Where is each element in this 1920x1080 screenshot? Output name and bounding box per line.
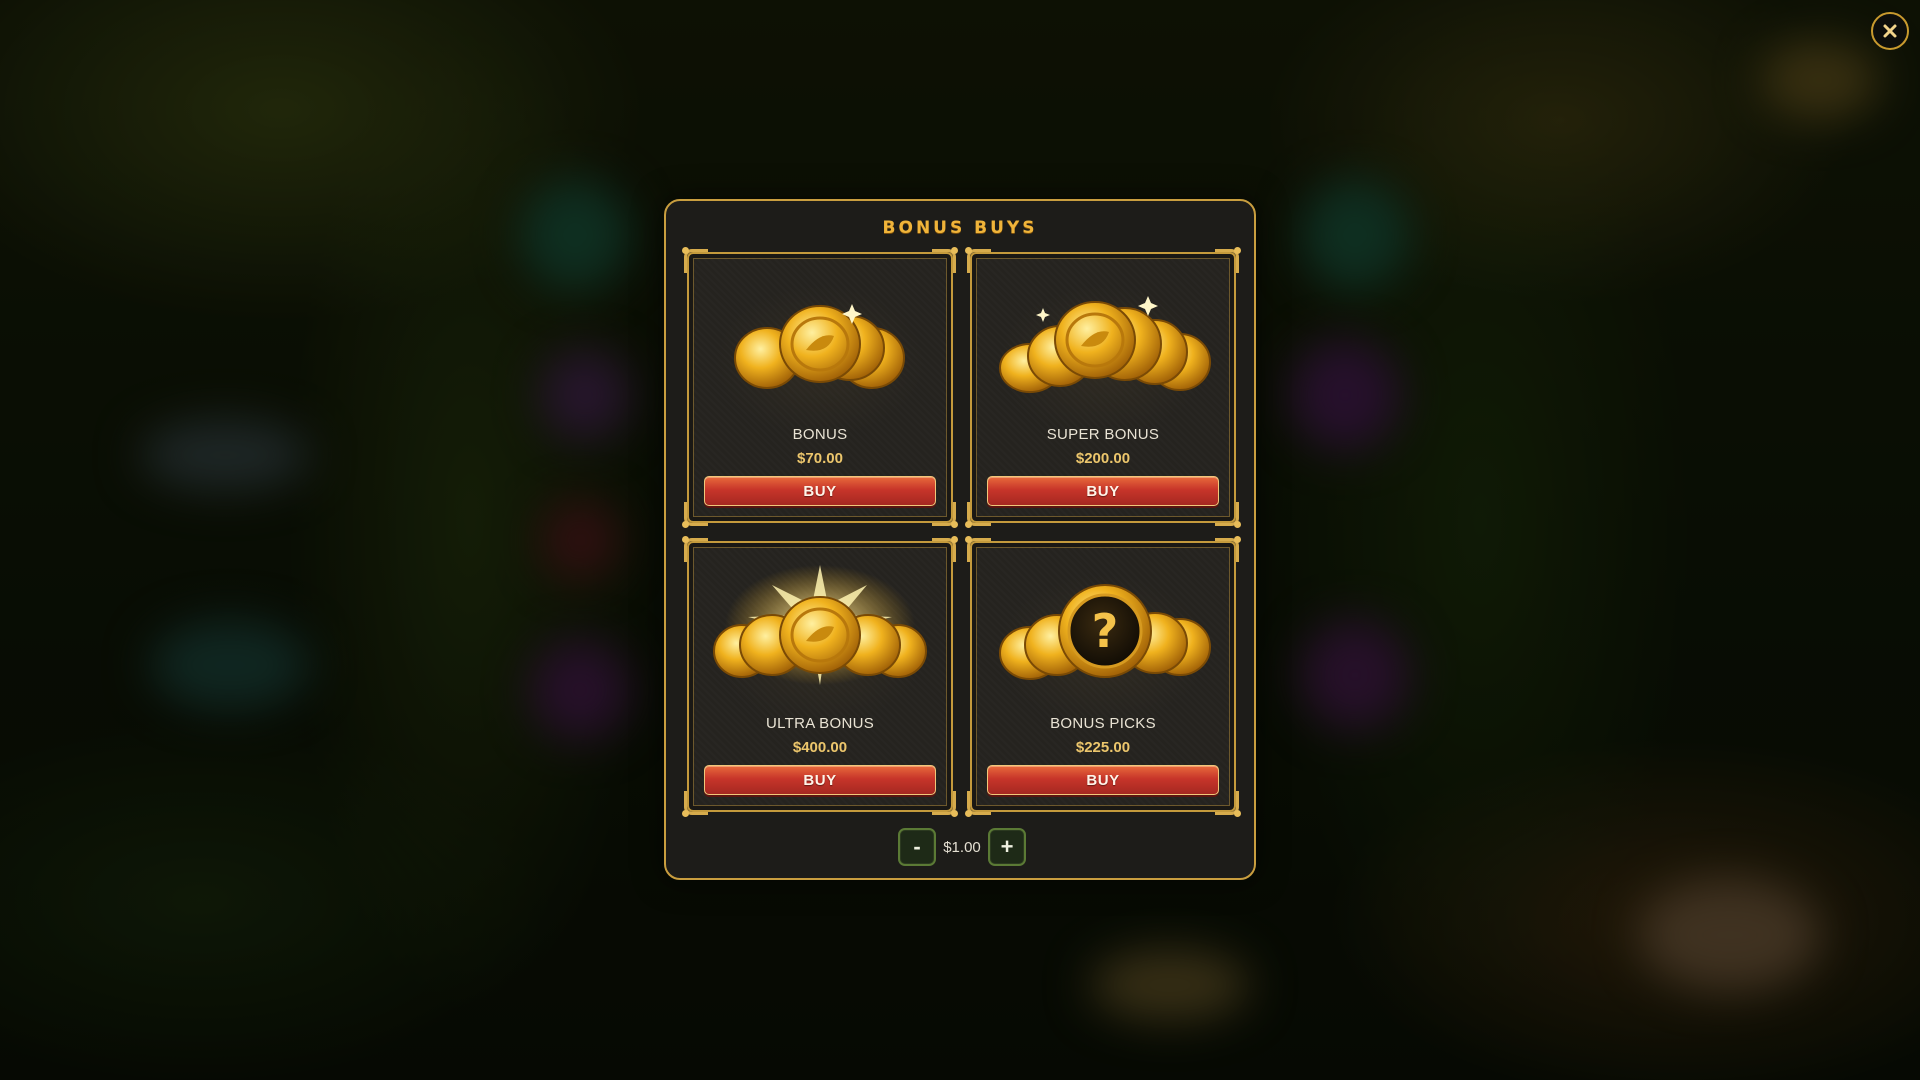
super-bonus-card: SUPER BONUS $200.00 BUY [965,247,1241,528]
buy-bonus-button[interactable]: BUY [704,476,936,506]
glowing-gold-coins-icon [713,565,927,685]
close-icon [1883,24,1897,38]
buy-super-bonus-button[interactable]: BUY [987,476,1219,506]
super-bonus-name: SUPER BONUS [1046,426,1160,443]
svg-text:?: ? [1092,604,1119,658]
bonus-picks-name: BONUS PICKS [1050,715,1156,732]
gold-coins-stack-icon [734,304,905,389]
ultra-bonus-price: $400.00 [792,739,848,756]
bonus-picks-card: ? BONUS PICKS $225.00 BUY [965,536,1241,817]
bet-value: $1.00 [943,838,981,856]
buy-ultra-bonus-button[interactable]: BUY [704,765,936,795]
bonus-buys-modal: BONUS BUYS BONUS $70.00 BUY SUPER BONUS … [664,199,1256,880]
ultra-bonus-card: ULTRA BONUS $400.00 BUY [682,536,958,817]
decrease-bet-button[interactable]: - [898,828,936,866]
bonus-card: BONUS $70.00 BUY [682,247,958,528]
close-button[interactable] [1871,12,1909,50]
bonus-picks-price: $225.00 [1075,739,1131,756]
bonus-name: BONUS [792,426,848,443]
ultra-bonus-name: ULTRA BONUS [765,715,875,732]
increase-bet-button[interactable]: + [988,828,1026,866]
super-bonus-price: $200.00 [1075,450,1131,467]
bonus-price: $70.00 [797,450,843,467]
gold-coins-pile-icon [999,296,1211,393]
mystery-coin-icon: ? [999,584,1211,680]
buy-bonus-picks-button[interactable]: BUY [987,765,1219,795]
modal-title: BONUS BUYS [882,218,1038,238]
bet-stepper: - $1.00 + [666,828,1254,868]
